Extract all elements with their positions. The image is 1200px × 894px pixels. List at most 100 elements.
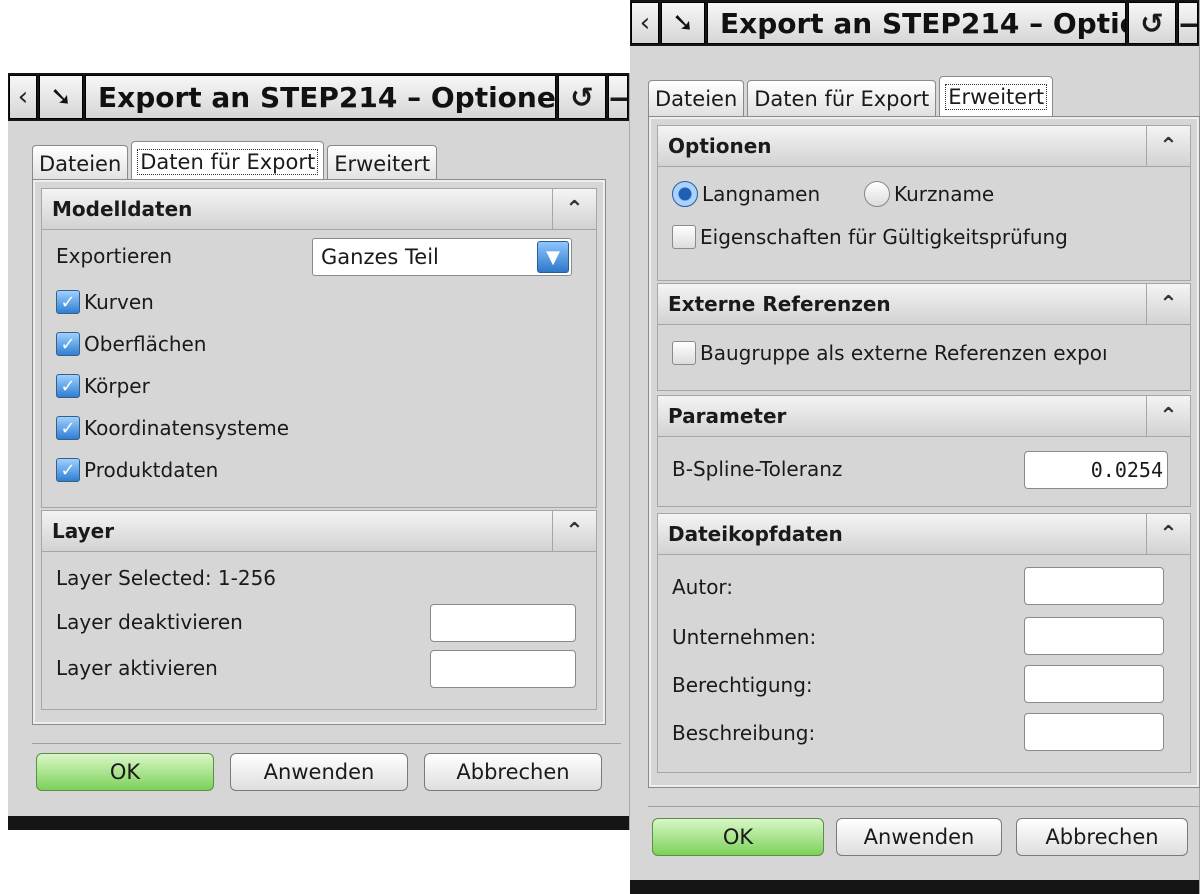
checkbox-label: Baugruppe als externe Referenzen expoı [700, 341, 1108, 365]
chevron-left-icon[interactable]: ‹ [9, 75, 37, 119]
tab-dateien[interactable]: Dateien [32, 145, 129, 181]
dialog-title: Export an STEP214 – Optionen [85, 75, 556, 119]
tab-daten-fuer-export[interactable]: Daten für Export [131, 141, 325, 181]
checkbox-checked-icon[interactable]: ✓ [56, 374, 80, 398]
group-parameter: Parameter ⌃ B-Spline-Toleranz 0.0254 [657, 395, 1191, 507]
beschreibung-label: Beschreibung: [672, 721, 816, 745]
tab-dateien[interactable]: Dateien [648, 80, 745, 116]
dialog-titlebar: ‹ ➘ Export an STEP214 – Optionen ↺ — [8, 73, 629, 121]
checkbox-checked-icon[interactable]: ✓ [56, 458, 80, 482]
checkbox-oberflaechen[interactable]: ✓ Oberflächen [56, 332, 206, 356]
group-header[interactable]: Externe Referenzen ⌃ [657, 283, 1191, 325]
checkbox-checked-icon[interactable]: ✓ [56, 290, 80, 314]
checkbox-gueltigkeitspruefung[interactable]: Eigenschaften für Gültigkeitsprüfung [672, 225, 1068, 249]
tab-label: Erweitert [334, 151, 431, 176]
tab-panel: Optionen ⌃ Langnamen Kurzname Eigenschaf… [648, 116, 1200, 788]
ok-button[interactable]: OK [652, 818, 824, 856]
radio-label: Kurzname [894, 182, 995, 206]
checkbox-baugruppe[interactable]: Baugruppe als externe Referenzen expoı [672, 341, 1108, 365]
checkbox-kurven[interactable]: ✓ Kurven [56, 290, 154, 314]
select-arrow-icon[interactable]: ➘ [661, 2, 705, 44]
checkbox-unchecked-icon[interactable] [672, 341, 696, 365]
tab-daten-fuer-export[interactable]: Daten für Export [747, 80, 937, 116]
checkbox-koerper[interactable]: ✓ Körper [56, 374, 150, 398]
bspline-tolerance-input[interactable]: 0.0254 [1024, 451, 1168, 489]
unternehmen-input[interactable] [1024, 617, 1164, 655]
checkbox-checked-icon[interactable]: ✓ [56, 332, 80, 356]
checkbox-label: Koordinatensysteme [84, 416, 290, 440]
group-header[interactable]: Dateikopfdaten ⌃ [657, 513, 1191, 555]
group-title: Dateikopfdaten [668, 522, 843, 546]
divider [32, 743, 621, 744]
collapse-icon[interactable]: ⌃ [552, 511, 596, 551]
tab-erweitert[interactable]: Erweitert [939, 76, 1054, 116]
tab-label: Erweitert [945, 83, 1048, 110]
minimize-icon[interactable]: — [1178, 2, 1198, 44]
apply-button[interactable]: Anwenden [836, 818, 1002, 856]
dialog-bottom-border [8, 816, 629, 830]
group-title: Parameter [668, 404, 787, 428]
layer-deactivate-input[interactable] [430, 604, 576, 642]
select-arrow-icon[interactable]: ➘ [39, 75, 83, 119]
dialog-bottom-border [630, 880, 1199, 894]
cancel-button[interactable]: Abbrechen [1016, 818, 1188, 856]
layer-deactivate-label: Layer deaktivieren [56, 610, 243, 634]
group-body: B-Spline-Toleranz 0.0254 [657, 437, 1191, 507]
dialog-titlebar: ‹ ➘ Export an STEP214 – Optionen ↺ — [630, 0, 1199, 46]
tab-label: Daten für Export [754, 86, 930, 111]
layer-activate-input[interactable] [430, 650, 576, 688]
reset-icon[interactable]: ↺ [1128, 2, 1176, 44]
export-select[interactable]: Ganzes Teil ▼ [312, 238, 572, 276]
group-dateikopfdaten: Dateikopfdaten ⌃ Autor: Unternehmen: Ber… [657, 513, 1191, 773]
group-title: Modelldaten [52, 197, 193, 221]
autor-input[interactable] [1024, 567, 1164, 605]
radio-label: Langnamen [702, 182, 821, 206]
chevron-down-icon[interactable]: ▼ [537, 241, 569, 273]
collapse-icon[interactable]: ⌃ [1146, 396, 1190, 436]
layer-selected-text: Layer Selected: 1-256 [56, 566, 277, 590]
berechtigung-input[interactable] [1024, 665, 1164, 703]
collapse-icon[interactable]: ⌃ [1146, 284, 1190, 324]
group-body: Exportieren Ganzes Teil ▼ ✓ Kurven ✓ Obe… [41, 230, 597, 508]
group-modelldaten: Modelldaten ⌃ Exportieren Ganzes Teil ▼ … [41, 188, 597, 508]
checkbox-label: Kurven [84, 290, 154, 314]
group-header[interactable]: Modelldaten ⌃ [41, 188, 597, 230]
reset-icon[interactable]: ↺ [558, 75, 606, 119]
tab-label: Daten für Export [137, 148, 319, 175]
group-body: Langnamen Kurzname Eigenschaften für Gül… [657, 167, 1191, 281]
collapse-icon[interactable]: ⌃ [1146, 514, 1190, 554]
radio-unselected-icon[interactable] [864, 181, 890, 207]
cancel-button[interactable]: Abbrechen [424, 753, 602, 791]
berechtigung-label: Berechtigung: [672, 673, 813, 697]
group-header[interactable]: Optionen ⌃ [657, 125, 1191, 167]
checkbox-koordinatensysteme[interactable]: ✓ Koordinatensysteme [56, 416, 289, 440]
ok-button[interactable]: OK [36, 753, 214, 791]
unternehmen-label: Unternehmen: [672, 625, 817, 649]
checkbox-label: Oberflächen [84, 332, 207, 356]
bspline-tolerance-label: B-Spline-Toleranz [672, 457, 843, 481]
radio-kurzname[interactable]: Kurzname [864, 181, 994, 207]
export-label: Exportieren [56, 244, 173, 268]
radio-selected-icon[interactable] [672, 181, 698, 207]
checkbox-checked-icon[interactable]: ✓ [56, 416, 80, 440]
radio-langnamen[interactable]: Langnamen [672, 181, 820, 207]
chevron-left-icon[interactable]: ‹ [631, 2, 659, 44]
tab-label: Dateien [39, 151, 122, 176]
minimize-icon[interactable]: — [608, 75, 628, 119]
group-header[interactable]: Parameter ⌃ [657, 395, 1191, 437]
checkbox-unchecked-icon[interactable] [672, 225, 696, 249]
tab-bar: Dateien Daten für Export Erweitert [648, 76, 1056, 116]
group-header[interactable]: Layer ⌃ [41, 510, 597, 552]
group-title: Layer [52, 519, 115, 543]
layer-activate-label: Layer aktivieren [56, 656, 218, 680]
apply-button[interactable]: Anwenden [230, 753, 408, 791]
checkbox-label: Produktdaten [84, 458, 219, 482]
tab-erweitert[interactable]: Erweitert [327, 145, 438, 181]
divider [648, 806, 1199, 807]
checkbox-produktdaten[interactable]: ✓ Produktdaten [56, 458, 218, 482]
step-export-dialog-left: ‹ ➘ Export an STEP214 – Optionen ↺ — Dat… [8, 73, 630, 830]
collapse-icon[interactable]: ⌃ [1146, 126, 1190, 166]
beschreibung-input[interactable] [1024, 713, 1164, 751]
group-body: Autor: Unternehmen: Berechtigung: Beschr… [657, 555, 1191, 773]
collapse-icon[interactable]: ⌃ [552, 189, 596, 229]
